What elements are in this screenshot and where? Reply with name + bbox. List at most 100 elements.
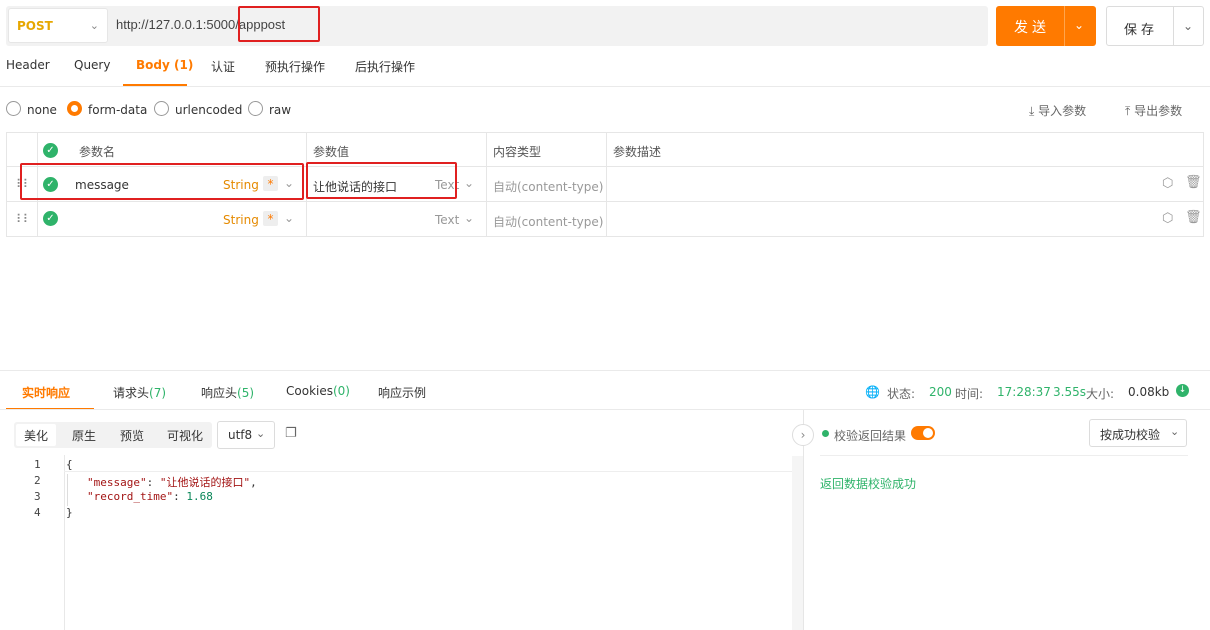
tab-count: (0) — [332, 384, 350, 398]
status-label: 状态: — [887, 387, 916, 401]
tabs-divider — [0, 86, 1210, 87]
encoding-select[interactable]: utf8 ⌄ — [217, 421, 275, 449]
view-preview[interactable]: 预览 — [120, 427, 144, 444]
col-divider — [486, 132, 487, 237]
radio-urlencoded-label: urlencoded — [175, 103, 243, 117]
method-label: POST — [17, 19, 53, 33]
code-line: { — [66, 458, 73, 471]
drag-handle-icon[interactable]: ⠇⠇ — [16, 212, 32, 226]
radio-none[interactable] — [6, 101, 21, 116]
radio-form-data-label: form-data — [88, 103, 148, 117]
param-type-select[interactable]: String — [223, 213, 259, 227]
trash-icon[interactable]: 🗑 — [1185, 210, 1202, 225]
radio-urlencoded[interactable] — [154, 101, 169, 116]
response-tabs-divider — [0, 409, 1210, 410]
validate-mode-select[interactable]: 按成功校验 ⌄ — [1089, 419, 1187, 447]
chevron-down-icon[interactable]: ⌄ — [1074, 18, 1084, 32]
scrollbar[interactable] — [792, 456, 803, 630]
col-header-name: 参数名 — [79, 145, 116, 159]
content-type-input[interactable]: 自动(content-type) — [493, 178, 603, 195]
validate-toggle[interactable] — [911, 426, 935, 440]
tab-live-response[interactable]: 实时响应 — [22, 384, 70, 401]
view-raw[interactable]: 原生 — [72, 427, 96, 444]
trash-icon[interactable]: 🗑 — [1185, 175, 1202, 190]
chevron-down-icon[interactable]: ⌄ — [464, 211, 474, 225]
import-label: 导入参数 — [1038, 104, 1087, 118]
line-number: 2 — [34, 474, 41, 487]
line-number: 4 — [34, 506, 41, 519]
tab-label: Cookies — [286, 384, 333, 398]
validate-label: 校验返回结果 — [834, 429, 907, 443]
export-label: 导出参数 — [1134, 104, 1183, 118]
gutter-divider — [64, 455, 65, 630]
required-toggle[interactable]: * — [263, 211, 278, 226]
time-value: 17:28:37 — [997, 385, 1051, 399]
time-label: 时间: — [955, 387, 984, 401]
code-line: "record_time": 1.68 — [87, 490, 213, 503]
json-key: "record_time" — [87, 490, 174, 503]
download-icon: ⤓ — [1029, 104, 1035, 118]
tab-response-examples[interactable]: 响应示例 — [378, 384, 426, 401]
copy-icon[interactable]: ❐ — [285, 426, 297, 441]
radio-raw[interactable] — [248, 101, 263, 116]
row-divider — [6, 201, 1204, 202]
tab-post-request[interactable]: 后执行操作 — [355, 58, 415, 75]
chevron-down-icon[interactable]: ⌄ — [284, 211, 294, 225]
chevron-right-icon[interactable]: › — [792, 424, 814, 446]
chevron-down-icon: ⌄ — [89, 19, 99, 32]
save-button[interactable]: 保存 ⌄ — [1106, 6, 1204, 46]
tab-label: 响应头 — [201, 386, 238, 400]
tab-body[interactable]: Body (1) — [136, 58, 193, 72]
tab-count: (5) — [237, 386, 255, 400]
chevron-down-icon[interactable]: ⌄ — [1183, 19, 1193, 33]
chevron-down-icon: ⌄ — [1170, 425, 1180, 438]
send-button[interactable]: 发送 ⌄ — [996, 6, 1096, 46]
value-type-select[interactable]: Text — [435, 213, 459, 227]
select-all-checkbox[interactable]: ✓ — [43, 143, 58, 158]
save-divider — [1173, 7, 1174, 45]
import-params-button[interactable]: ⤓ 导入参数 — [1029, 102, 1086, 119]
send-divider — [1064, 6, 1065, 46]
tab-auth[interactable]: 认证 — [211, 58, 235, 75]
tab-request-headers[interactable]: 请求头(7) — [113, 384, 166, 401]
encoding-label: utf8 — [228, 428, 253, 442]
radio-none-label: none — [27, 103, 57, 117]
tab-query[interactable]: Query — [74, 58, 110, 72]
size-value: 0.08kb — [1128, 385, 1170, 399]
download-icon[interactable]: ↓ — [1176, 384, 1189, 397]
validate-result: 返回数据校验成功 — [820, 477, 917, 491]
cube-icon[interactable]: ⬡ — [1162, 176, 1173, 191]
export-params-button[interactable]: ⤒ 导出参数 — [1125, 102, 1182, 119]
col-divider — [606, 132, 607, 237]
code-line: "message": "让他说话的接口", — [87, 476, 257, 489]
view-visualize[interactable]: 可视化 — [167, 427, 203, 444]
status-dot — [822, 430, 829, 437]
response-divider — [0, 370, 1210, 371]
highlight-box-param-value — [306, 162, 457, 199]
highlight-box-url — [238, 6, 320, 42]
tab-cookies[interactable]: Cookies(0) — [286, 384, 350, 398]
tab-response-headers[interactable]: 响应头(5) — [201, 384, 254, 401]
tab-pre-request[interactable]: 预执行操作 — [265, 58, 325, 75]
size-label: 大小: — [1086, 387, 1115, 401]
radio-form-data[interactable] — [67, 101, 82, 116]
status-code: 200 — [929, 385, 952, 399]
row-checkbox[interactable]: ✓ — [43, 211, 58, 226]
json-value: 1.68 — [186, 490, 213, 503]
json-value: "让他说话的接口" — [159, 476, 251, 489]
json-key: "message" — [87, 476, 147, 489]
indent-guide — [67, 474, 68, 506]
validate-divider — [820, 455, 1188, 456]
send-label: 发送 — [1014, 20, 1050, 36]
tab-count: (7) — [149, 386, 167, 400]
method-select[interactable]: POST ⌄ — [8, 8, 108, 43]
save-label: 保存 — [1124, 23, 1159, 38]
upload-icon: ⤒ — [1125, 104, 1131, 118]
highlight-box-param-name — [20, 163, 304, 200]
content-type-input[interactable]: 自动(content-type) — [493, 213, 603, 230]
tab-header[interactable]: Header — [6, 58, 50, 72]
view-beautify[interactable]: 美化 — [24, 427, 48, 444]
chevron-down-icon[interactable]: ⌄ — [464, 176, 474, 190]
cube-icon[interactable]: ⬡ — [1162, 211, 1173, 226]
radio-raw-label: raw — [269, 103, 292, 117]
